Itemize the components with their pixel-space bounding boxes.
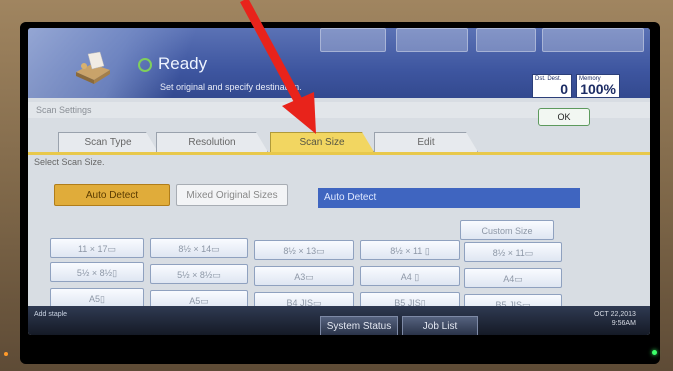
status-header: Ready Set original and specify destinati… <box>28 28 650 98</box>
add-staple-label: Add staple <box>34 311 68 318</box>
size-button-8.5x11-landscape[interactable]: 8½ × 11▭ <box>464 242 562 262</box>
header-blank-tab <box>396 28 468 52</box>
tab-scan-type[interactable]: Scan Type <box>58 132 158 152</box>
memory-value: 100% <box>580 81 616 97</box>
tab-scan-size[interactable]: Scan Size <box>270 132 374 152</box>
mixed-original-sizes-button[interactable]: Mixed Original Sizes <box>176 184 288 206</box>
memory-box: Memory 100% <box>576 74 620 98</box>
destination-count-box: Dst. Dest. 0 <box>532 74 572 98</box>
tab-resolution[interactable]: Resolution <box>156 132 268 152</box>
job-list-button[interactable]: Job List <box>402 316 478 335</box>
size-button-5.5x8.5-landscape[interactable]: 5½ × 8½▭ <box>150 264 248 284</box>
system-status-button[interactable]: System Status <box>320 316 398 335</box>
header-blank-tab <box>320 28 386 52</box>
date-display: OCT 22,2013 <box>594 311 636 318</box>
tab-underline <box>28 152 650 155</box>
size-button-8.5x13[interactable]: 8½ × 13▭ <box>254 240 354 260</box>
destination-count-value: 0 <box>560 81 568 97</box>
size-button-5.5x8.5-portrait[interactable]: 5½ × 8½▯ <box>50 262 144 282</box>
date-time-display: OCT 22,2013 9:56AM <box>594 310 636 328</box>
size-button-a4-portrait[interactable]: A4 ▯ <box>360 266 460 286</box>
size-button-8.5x11-portrait[interactable]: 8½ × 11 ▯ <box>360 240 460 260</box>
custom-size-button[interactable]: Custom Size <box>460 220 554 240</box>
time-display: 9:56AM <box>611 320 636 327</box>
memory-label: Memory <box>579 76 601 82</box>
status-indicator-light <box>652 350 657 355</box>
current-scan-size-display: Auto Detect <box>318 188 580 208</box>
header-blank-tab <box>542 28 644 52</box>
size-button-a3[interactable]: A3▭ <box>254 266 354 286</box>
ready-status-title: Ready <box>158 54 208 73</box>
size-button-11x17[interactable]: 11 × 17▭ <box>50 238 144 258</box>
ready-status-icon <box>138 58 152 72</box>
auto-detect-button[interactable]: Auto Detect <box>54 184 170 206</box>
power-indicator-light <box>4 352 8 356</box>
destination-count-label: Dst. Dest. <box>535 76 562 82</box>
ready-status-message: Set original and specify destination. <box>160 82 302 92</box>
header-blank-tab <box>476 28 536 52</box>
scanner-icon <box>76 51 110 84</box>
instruction-text: Select Scan Size. <box>34 157 105 167</box>
size-button-8.5x14[interactable]: 8½ × 14▭ <box>150 238 248 258</box>
tab-edit[interactable]: Edit <box>374 132 478 152</box>
ok-button[interactable]: OK <box>538 108 590 126</box>
size-button-a4-landscape[interactable]: A4▭ <box>464 268 562 288</box>
touch-panel: Ready Set original and specify destinati… <box>28 28 650 335</box>
size-button-a5-portrait[interactable]: A5▯ <box>50 288 144 308</box>
